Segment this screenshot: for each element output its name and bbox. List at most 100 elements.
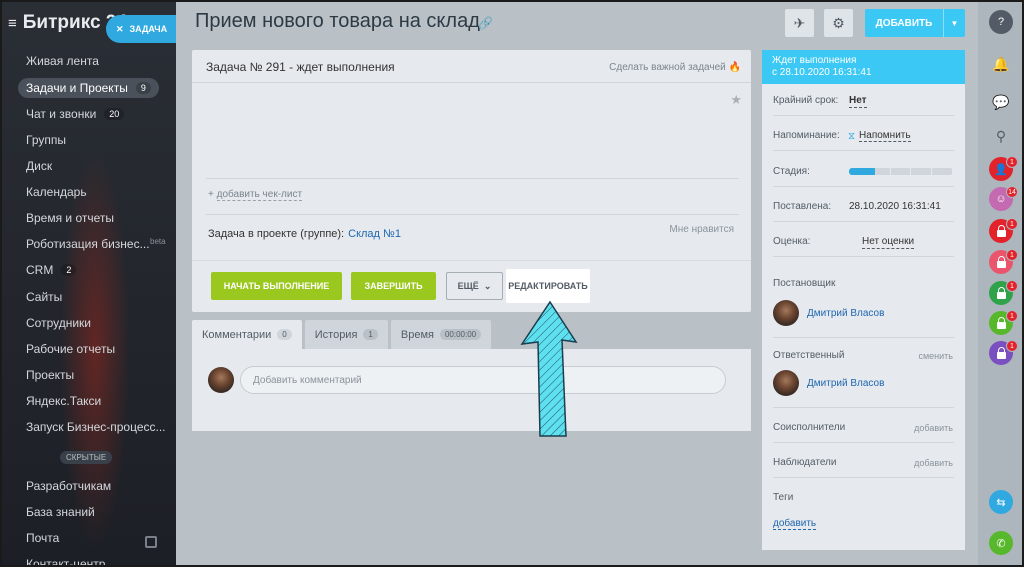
tab-label: История bbox=[314, 328, 358, 341]
arrow-shape bbox=[520, 300, 578, 437]
task-actions: НАЧАТЬ ВЫПОЛНЕНИЕ ЗАВЕРШИТЬ ЕЩЁ ⌄ РЕДАКТИ… bbox=[192, 260, 751, 312]
more-button[interactable]: ЕЩЁ ⌄ bbox=[446, 272, 503, 300]
printer-icon[interactable] bbox=[145, 536, 157, 548]
sidebar-item-label: Календарь bbox=[26, 185, 87, 199]
tab-history[interactable]: История 1 bbox=[304, 320, 388, 349]
divider bbox=[206, 178, 739, 179]
finish-button[interactable]: ЗАВЕРШИТЬ bbox=[351, 272, 436, 300]
sidebar-item-mail[interactable]: Почта bbox=[26, 531, 59, 545]
sidebar-item-groups[interactable]: Группы bbox=[26, 133, 66, 147]
sidebar-item-disk[interactable]: Диск bbox=[26, 159, 52, 173]
task-heading: Задача № 291 - ждет выполнения bbox=[206, 60, 395, 74]
start-button[interactable]: НАЧАТЬ ВЫПОЛНЕНИЕ bbox=[211, 272, 342, 300]
chevron-down-icon: ⌄ bbox=[483, 280, 492, 291]
comment-input[interactable]: Добавить комментарий bbox=[240, 366, 726, 394]
star-icon[interactable]: ★ bbox=[730, 92, 742, 108]
task-card: Задача № 291 - ждет выполнения Сделать в… bbox=[192, 50, 751, 312]
link-icon[interactable]: 🔗 bbox=[478, 16, 493, 30]
stage-segment bbox=[891, 168, 912, 175]
sidebar-item-sites[interactable]: Сайты bbox=[26, 290, 62, 304]
notification-badge: 1 bbox=[1006, 310, 1018, 322]
reminder-link[interactable]: ⧖ Напомнить bbox=[848, 130, 911, 142]
status-text: Ждет выполнения bbox=[772, 55, 857, 66]
page-title: Прием нового товара на склад bbox=[195, 10, 480, 32]
responsible-name: Дмитрий Власов bbox=[807, 377, 885, 389]
settings-button[interactable]: ⚙ bbox=[824, 9, 853, 37]
sidebar-item-label: Группы bbox=[26, 133, 66, 147]
phone-icon[interactable]: ✆ bbox=[989, 531, 1013, 555]
add-coexecutor-link[interactable]: добавить bbox=[914, 423, 953, 433]
sidebar-item-contact-center[interactable]: Контакт-центр bbox=[26, 557, 105, 567]
alarm-icon: ⧖ bbox=[848, 130, 856, 142]
sidebar-item-label: Разработчикам bbox=[26, 479, 112, 493]
creator-label: Постановщик bbox=[773, 278, 836, 289]
sidebar-item-knowledge[interactable]: База знаний bbox=[26, 505, 95, 519]
tab-time[interactable]: Время 00:00:00 bbox=[390, 320, 492, 349]
bell-icon[interactable]: 🔔 bbox=[989, 52, 1013, 76]
stage-fill bbox=[849, 168, 875, 175]
deadline-value[interactable]: Нет bbox=[849, 95, 867, 108]
sidebar-item-count: 2 bbox=[61, 264, 77, 276]
change-responsible-link[interactable]: сменить bbox=[918, 351, 953, 361]
open-lines-icon[interactable]: ⇆ bbox=[989, 490, 1013, 514]
sidebar-item-feed[interactable]: Живая лента bbox=[26, 54, 99, 68]
sidebar-item-employees[interactable]: Сотрудники bbox=[26, 316, 91, 330]
bell-off-icon: ✈ bbox=[793, 14, 806, 31]
sidebar-item-tasks[interactable]: Задачи и Проекты 9 bbox=[18, 78, 159, 98]
sidebar-item-crm[interactable]: CRM 2 bbox=[26, 263, 77, 277]
like-button[interactable]: Мне нравится bbox=[669, 224, 734, 235]
tab-comments[interactable]: Комментарии 0 bbox=[192, 320, 302, 349]
sidebar-item-calendar[interactable]: Календарь bbox=[26, 185, 87, 199]
mute-notifications-button[interactable]: ✈ bbox=[785, 9, 814, 37]
deadline-label: Крайний срок: bbox=[773, 95, 839, 106]
created-label: Поставлена: bbox=[773, 201, 832, 212]
avatar bbox=[773, 370, 799, 396]
creator-person[interactable]: Дмитрий Власов bbox=[773, 300, 884, 326]
sidebar-item-work-reports[interactable]: Рабочие отчеты bbox=[26, 342, 115, 356]
add-checklist-link[interactable]: + добавить чек-лист bbox=[208, 189, 303, 201]
chat-icon[interactable]: 💬 bbox=[989, 90, 1013, 114]
responsible-label: Ответственный bbox=[773, 350, 845, 361]
stage-progress[interactable] bbox=[849, 168, 953, 175]
new-task-button[interactable]: ✕ ЗАДАЧА bbox=[106, 15, 176, 43]
comments-tabs: Комментарии 0 История 1 Время 00:00:00 bbox=[192, 320, 492, 349]
tab-label: Комментарии bbox=[202, 328, 272, 341]
more-label: ЕЩЁ bbox=[457, 281, 479, 291]
creator-name: Дмитрий Власов bbox=[807, 307, 885, 319]
sidebar-item-time[interactable]: Время и отчеты bbox=[26, 211, 114, 225]
add-tag-link[interactable]: добавить bbox=[773, 518, 817, 530]
rating-value[interactable]: Нет оценки bbox=[862, 236, 915, 249]
sidebar-item-projects[interactable]: Проекты bbox=[26, 368, 74, 382]
status-header: Ждет выполнения с 28.10.2020 16:31:41 bbox=[762, 50, 965, 84]
sidebar-item-label: Диск bbox=[26, 159, 53, 173]
sidebar-item-label: Запуск Бизнес-процесс... bbox=[26, 420, 166, 434]
sidebar-item-developers[interactable]: Разработчикам bbox=[26, 479, 111, 493]
hidden-items-toggle[interactable]: СКРЫТЫЕ bbox=[60, 451, 113, 464]
add-observer-link[interactable]: добавить bbox=[914, 458, 953, 468]
sidebar-item-label: Рабочие отчеты bbox=[26, 342, 116, 356]
search-icon[interactable]: ⚲ bbox=[989, 124, 1013, 148]
help-icon[interactable]: ? bbox=[989, 10, 1013, 34]
sidebar-item-label: Контакт-центр bbox=[26, 557, 106, 567]
sidebar-item-label: Яндекс.Такси bbox=[26, 394, 102, 408]
sidebar-item-label: База знаний bbox=[26, 505, 95, 519]
avatar bbox=[773, 300, 799, 326]
chevron-down-icon[interactable]: ▼ bbox=[943, 9, 965, 37]
tab-label: Время bbox=[400, 328, 434, 341]
notification-badge: 14 bbox=[1006, 186, 1018, 198]
add-button[interactable]: ДОБАВИТЬ ▼ bbox=[865, 9, 965, 37]
project-link[interactable]: Склад №1 bbox=[348, 228, 401, 240]
hamburger-icon[interactable]: ≡ bbox=[8, 15, 17, 32]
plus-icon: ✕ bbox=[116, 23, 124, 34]
make-important-link[interactable]: Сделать важной задачей 🔥 bbox=[609, 62, 741, 73]
sidebar-item-yandex-taxi[interactable]: Яндекс.Такси bbox=[26, 394, 101, 408]
sidebar-item-label: Время и отчеты bbox=[26, 211, 115, 225]
sidebar-item-bizproc[interactable]: Запуск Бизнес-процесс... bbox=[26, 420, 166, 434]
sidebar-item-chat[interactable]: Чат и звонки 20 bbox=[26, 107, 125, 121]
sidebar-item-robotization[interactable]: Роботизация бизнес... bbox=[26, 237, 150, 251]
make-important-label: Сделать важной задачей bbox=[609, 62, 726, 73]
responsible-person[interactable]: Дмитрий Власов bbox=[773, 370, 884, 396]
divider bbox=[773, 256, 954, 257]
notification-badge: 1 bbox=[1006, 218, 1018, 230]
new-task-label: ЗАДАЧА bbox=[129, 24, 168, 34]
